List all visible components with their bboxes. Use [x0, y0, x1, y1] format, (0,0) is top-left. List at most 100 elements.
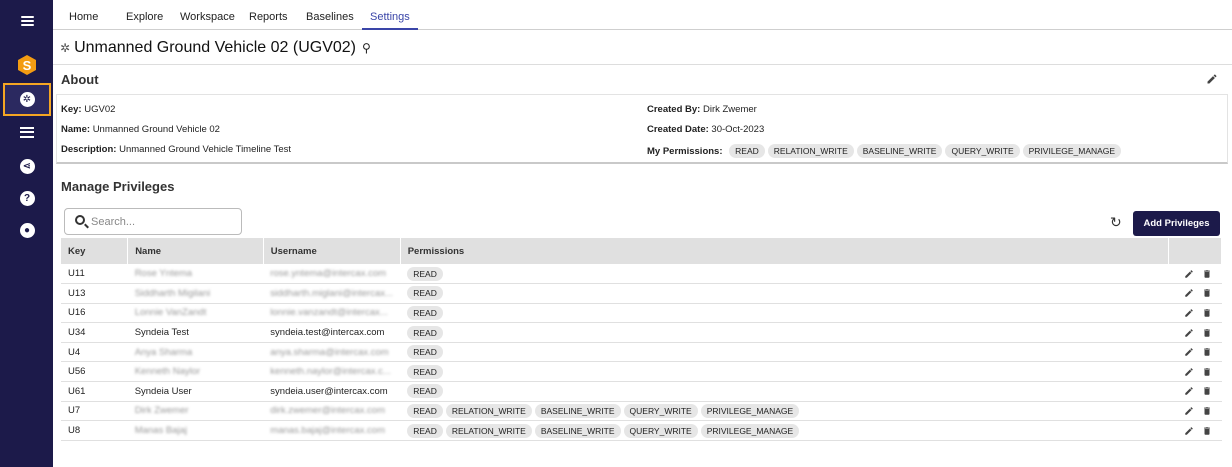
- table-header: Key Name Username Permissions: [61, 238, 1223, 264]
- edit-icon[interactable]: [1184, 386, 1194, 396]
- edit-icon[interactable]: [1184, 367, 1194, 377]
- project-icon: ✲: [60, 41, 71, 55]
- list-icon: [20, 126, 34, 138]
- cell-username: lonnie.vanzandt@intercax...: [263, 303, 401, 324]
- column-header-key[interactable]: Key: [61, 238, 129, 264]
- description-label: Description:: [61, 144, 117, 155]
- edit-icon[interactable]: [1184, 406, 1194, 416]
- delete-icon[interactable]: [1202, 328, 1212, 338]
- list-button[interactable]: [3, 117, 51, 147]
- cell-username: manas.bajaj@intercax.com: [263, 420, 401, 441]
- cell-actions: [1168, 420, 1222, 441]
- delete-icon[interactable]: [1202, 386, 1212, 396]
- table-row[interactable]: U16 Lonnie VanZandt lonnie.vanzandt@interc…: [61, 303, 1222, 324]
- edit-icon[interactable]: [1184, 426, 1194, 436]
- syndeia-logo-icon: S: [18, 55, 36, 75]
- table-row[interactable]: U13 Siddharth Migilani siddharth.miglani@i…: [61, 283, 1222, 304]
- table-row[interactable]: U4 Anya Sharma anya.sharma@intercax.com REA…: [61, 342, 1222, 363]
- permission-chip: READ: [407, 305, 443, 320]
- delete-icon[interactable]: [1202, 308, 1212, 318]
- share-button[interactable]: ⋖: [3, 151, 51, 181]
- delete-icon[interactable]: [1202, 288, 1212, 298]
- permission-chip: READ: [407, 403, 443, 418]
- cell-key: U34: [61, 322, 128, 343]
- account-icon: ●: [19, 222, 35, 238]
- delete-icon[interactable]: [1202, 406, 1212, 416]
- edit-icon[interactable]: [1184, 288, 1194, 298]
- permission-chip: QUERY_WRITE: [623, 423, 698, 438]
- syndeia-logo-button[interactable]: S: [3, 50, 51, 80]
- account-button[interactable]: ●: [3, 215, 51, 245]
- tab-explore[interactable]: Explore: [118, 0, 171, 30]
- cell-name: Siddharth Migilani: [127, 283, 264, 304]
- created-date-label: Created Date:: [647, 124, 709, 135]
- left-rail: S ✲ ⋖ ? ●: [0, 0, 53, 467]
- permission-chip: READ: [729, 144, 765, 158]
- created-by-value: Dirk Zwemer: [702, 104, 757, 115]
- column-header-permissions[interactable]: Permissions: [400, 238, 1169, 264]
- my-permissions-field: My Permissions: READ RELATION_WRITE BASELI…: [647, 144, 1124, 158]
- tab-reports[interactable]: Reports: [241, 0, 296, 30]
- permission-chip: RELATION_WRITE: [445, 403, 532, 418]
- cell-name: Syndeia Test: [127, 322, 264, 343]
- tab-baselines[interactable]: Baselines: [298, 0, 362, 30]
- help-icon: ?: [19, 190, 35, 206]
- cell-key: U13: [61, 283, 128, 304]
- view-icon[interactable]: ⚲: [362, 41, 371, 55]
- cell-username: kenneth.naylor@intercax.c...: [263, 361, 401, 383]
- about-panel: Key: UGV02 Name: Unmanned Ground Vehicle…: [56, 94, 1228, 164]
- delete-icon[interactable]: [1202, 367, 1212, 377]
- privileges-table: Key Name Username Permissions U11 Rose Yn…: [61, 238, 1223, 441]
- column-header-username[interactable]: Username: [263, 238, 401, 264]
- cell-name: Lonnie VanZandt: [127, 303, 264, 324]
- cell-permissions: READ RELATION_WRITE BASELINE_WRITE QUERY_WR…: [400, 401, 1169, 422]
- column-header-name[interactable]: Name: [127, 238, 264, 264]
- edit-icon[interactable]: [1184, 347, 1194, 357]
- name-label: Name:: [61, 124, 91, 135]
- cell-permissions: READ: [400, 283, 1169, 304]
- cell-actions: [1168, 342, 1222, 363]
- edit-icon[interactable]: [1184, 328, 1194, 338]
- permission-chip: READ: [407, 423, 443, 438]
- table-row[interactable]: U7 Dirk Zwemer dirk.zwemer@intercax.com REA…: [61, 401, 1222, 422]
- search-input[interactable]: [91, 213, 236, 231]
- table-row[interactable]: U61 Syndeia User syndeia.user@intercax.com…: [61, 381, 1222, 402]
- delete-icon[interactable]: [1202, 347, 1212, 357]
- permission-chip: READ: [407, 384, 443, 399]
- refresh-icon[interactable]: ↻: [1110, 215, 1124, 229]
- edit-icon[interactable]: [1206, 73, 1218, 85]
- permission-chip: READ: [407, 345, 443, 360]
- cell-username: rose.yntema@intercax.com: [263, 264, 401, 285]
- about-header: About: [53, 64, 1232, 94]
- table-row[interactable]: U8 Manas Bajaj manas.bajaj@intercax.com REA…: [61, 420, 1222, 441]
- table-row[interactable]: U11 Rose Yntema rose.yntema@intercax.com RE…: [61, 264, 1222, 285]
- cell-key: U56: [61, 361, 128, 383]
- project-button[interactable]: ✲: [3, 83, 51, 116]
- table-row[interactable]: U56 Kenneth Naylor kenneth.naylor@intercax…: [61, 361, 1222, 383]
- created-date-field: Created Date: 30-Oct-2023: [647, 124, 764, 135]
- add-privileges-button[interactable]: Add Privileges: [1133, 211, 1220, 236]
- edit-icon[interactable]: [1184, 308, 1194, 318]
- cell-name: Syndeia User: [127, 381, 264, 402]
- share-icon: ⋖: [19, 158, 35, 174]
- tab-home[interactable]: Home: [61, 0, 106, 30]
- cell-actions: [1168, 322, 1222, 343]
- cell-actions: [1168, 361, 1222, 383]
- name-field: Name: Unmanned Ground Vehicle 02: [61, 124, 220, 135]
- delete-icon[interactable]: [1202, 426, 1212, 436]
- table-row[interactable]: U34 Syndeia Test syndeia.test@intercax.com…: [61, 322, 1222, 343]
- tab-settings[interactable]: Settings: [362, 0, 418, 30]
- help-button[interactable]: ?: [3, 183, 51, 213]
- tab-workspace[interactable]: Workspace: [172, 0, 243, 30]
- cell-permissions: READ: [400, 342, 1169, 363]
- delete-icon[interactable]: [1202, 269, 1212, 279]
- cell-actions: [1168, 303, 1222, 324]
- page-title-row: ✲ Unmanned Ground Vehicle 02 (UGV02) ⚲: [60, 36, 371, 60]
- edit-icon[interactable]: [1184, 269, 1194, 279]
- permission-chip: QUERY_WRITE: [623, 403, 698, 418]
- cell-key: U4: [61, 342, 128, 363]
- cell-permissions: READ: [400, 361, 1169, 383]
- privileges-header: Manage Privileges: [53, 172, 1232, 202]
- menu-button[interactable]: [3, 6, 51, 36]
- name-value: Unmanned Ground Vehicle 02: [92, 124, 220, 135]
